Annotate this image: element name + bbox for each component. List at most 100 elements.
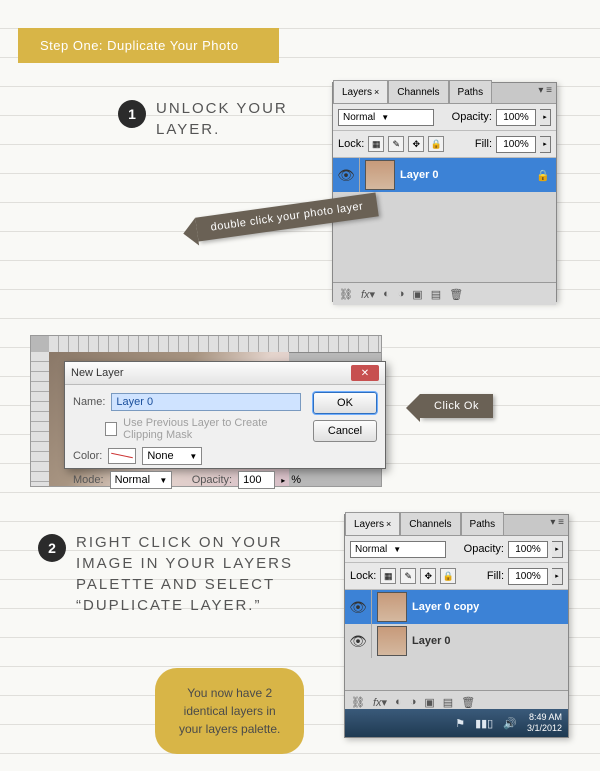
clipping-checkbox [105,422,117,436]
blend-mode-select[interactable]: Normal▼ [338,109,434,126]
callout-clickok: Click Ok [420,394,493,418]
mode-select[interactable]: Normal▼ [110,471,173,489]
fill-input[interactable]: 100% [496,136,536,153]
dlg-opacity-input[interactable]: 100 [238,471,275,489]
group-icon[interactable]: ▣ [424,696,434,709]
opacity-spin[interactable]: ▸ [552,541,563,558]
panel-footer: ⛓ fx▾ ◐ ◑ ▣ ▤ 🗑 [333,282,556,305]
layer-name[interactable]: Layer 0 [400,169,536,181]
opacity-spin-icon[interactable]: ▸ [281,476,285,485]
fill-spin[interactable]: ▸ [552,568,563,585]
tutorial-page: Step One: Duplicate Your Photo 1 UNLOCK … [0,0,600,771]
blend-mode-value: Normal [355,544,387,555]
layer-lock-icon: 🔒 [536,169,556,182]
blend-row: Normal▼ Opacity: 100% ▸ [333,104,556,131]
panel-tabs: Layers× Channels Paths [333,83,556,104]
fill-spin[interactable]: ▸ [540,136,551,153]
tab-layers[interactable]: Layers× [333,80,388,103]
layer-name[interactable]: Layer 0 [412,635,568,647]
dialog-titlebar[interactable]: New Layer ✕ [65,362,385,385]
tab-label: Layers [354,519,384,530]
opacity-input[interactable]: 100% [496,109,536,126]
layer-thumbnail[interactable] [377,592,407,622]
dialog-buttons: OK Cancel [313,392,377,442]
layer-list: 👁 Layer 0 copy 👁 Layer 0 [345,590,568,690]
step-1-text: UNLOCK YOUR LAYER. [156,98,288,140]
taskbar-clock[interactable]: 8:49 AM 3/1/2012 [527,712,562,734]
ok-button[interactable]: OK [313,392,377,414]
tab-paths[interactable]: Paths [449,80,493,103]
new-layer-dialog: New Layer ✕ Name: Use Previous Layer to … [64,361,386,469]
color-label: Color: [73,450,102,462]
lock-all-icon[interactable]: 🔒 [428,136,444,152]
cancel-button[interactable]: Cancel [313,420,377,442]
lock-position-icon[interactable]: ✥ [420,568,436,584]
tab-layers[interactable]: Layers× [345,512,400,535]
signal-icon[interactable]: ▮▮▯ [475,717,493,730]
visibility-icon[interactable]: 👁 [345,590,372,624]
lock-position-icon[interactable]: ✥ [408,136,424,152]
dlg-opacity-label: Opacity: [192,474,232,486]
ruler-left [31,352,50,486]
panel-menu-icon[interactable]: ▾ ≡ [538,85,552,96]
trash-icon[interactable]: 🗑 [449,288,463,301]
fill-label: Fill: [475,138,492,150]
lock-row: Lock: ▦ ✎ ✥ 🔒 Fill: 100% ▸ [333,131,556,158]
fx-icon[interactable]: fx▾ [373,696,387,709]
step-1-badge: 1 [118,100,146,128]
opacity-label: Opacity: [464,543,504,555]
visibility-icon[interactable]: 👁 [333,158,360,192]
lock-transparent-icon[interactable]: ▦ [368,136,384,152]
visibility-icon[interactable]: 👁 [345,624,372,658]
lock-transparent-icon[interactable]: ▦ [380,568,396,584]
fx-icon[interactable]: fx▾ [361,288,375,301]
caret-icon: ▼ [381,113,389,122]
mask-icon[interactable]: ◐ [383,288,390,300]
step-2-badge: 2 [38,534,66,562]
layer-item-0[interactable]: 👁 Layer 0 [345,624,568,658]
link-icon[interactable]: ⛓ [351,696,365,709]
lock-pixels-icon[interactable]: ✎ [400,568,416,584]
color-swatch-none [108,448,136,464]
blend-row: Normal ▼ Opacity: 100% ▸ [345,536,568,563]
link-icon[interactable]: ⛓ [339,288,353,301]
taskbar: ⚑ ▮▮▯ 🔊 8:49 AM 3/1/2012 [345,709,568,737]
tab-channels[interactable]: Channels [388,80,448,103]
adjustment-icon[interactable]: ◑ [398,288,405,300]
fill-input[interactable]: 100% [508,568,548,585]
blend-mode-select[interactable]: Normal ▼ [350,541,446,558]
name-input[interactable] [111,393,301,411]
dialog-title: New Layer [71,367,124,379]
tab-channels[interactable]: Channels [400,512,460,535]
layers-panel-2: Layers× Channels Paths ▾ ≡ Normal ▼ Opaci… [344,514,569,738]
time-text: 8:49 AM [527,712,562,723]
new-layer-icon[interactable]: ▤ [431,288,441,301]
speaker-icon[interactable]: 🔊 [503,717,517,730]
panel-menu-icon[interactable]: ▾ ≡ [550,517,564,528]
layer-thumbnail[interactable] [377,626,407,656]
opacity-input[interactable]: 100% [508,541,548,558]
layer-list: 👁 Layer 0 🔒 [333,158,556,282]
color-select[interactable]: None▼ [142,447,202,465]
mask-icon[interactable]: ◐ [395,696,402,708]
opacity-spin[interactable]: ▸ [540,109,551,126]
lock-row: Lock: ▦ ✎ ✥ 🔒 Fill: 100% ▸ [345,563,568,590]
group-icon[interactable]: ▣ [412,288,422,301]
lock-pixels-icon[interactable]: ✎ [388,136,404,152]
layer-item-0[interactable]: 👁 Layer 0 🔒 [333,158,556,192]
lock-all-icon[interactable]: 🔒 [440,568,456,584]
tab-close-icon[interactable]: × [374,87,379,97]
tab-close-icon[interactable]: × [386,519,391,529]
trash-icon[interactable]: 🗑 [461,696,475,709]
layer-name[interactable]: Layer 0 copy [412,601,568,613]
percent-label: % [291,474,301,486]
caret-icon: ▼ [393,545,401,554]
close-icon[interactable]: ✕ [351,365,379,381]
adjustment-icon[interactable]: ◑ [410,696,417,708]
layer-thumbnail[interactable] [365,160,395,190]
new-layer-icon[interactable]: ▤ [443,696,453,709]
layer-item-copy[interactable]: 👁 Layer 0 copy [345,590,568,624]
flag-icon[interactable]: ⚑ [455,717,465,730]
tab-paths[interactable]: Paths [461,512,505,535]
mode-label: Mode: [73,474,104,486]
